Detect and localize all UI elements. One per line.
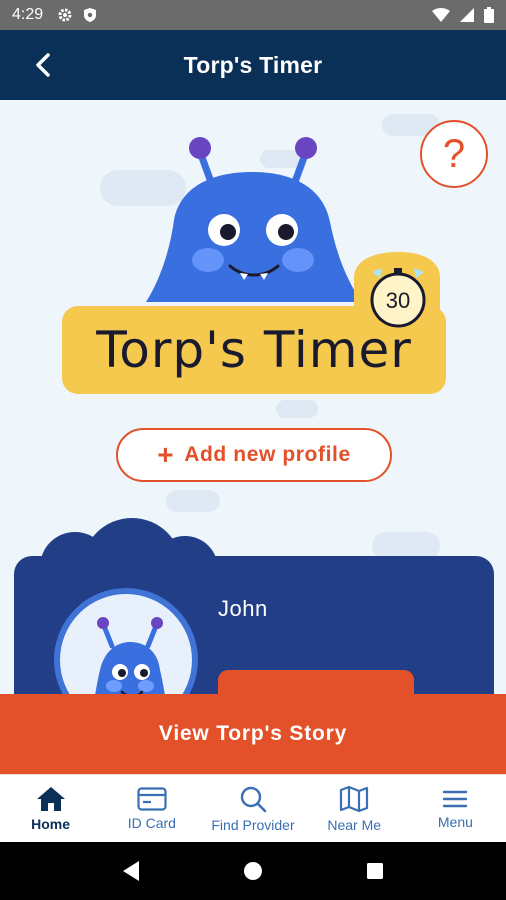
menu-icon: [443, 790, 468, 807]
system-nav-bar: [0, 842, 506, 900]
back-button[interactable]: [26, 48, 60, 82]
system-recents-button[interactable]: [355, 851, 395, 891]
plus-icon: +: [157, 439, 175, 470]
nav-home[interactable]: Home: [0, 775, 101, 842]
app-bar: Torp's Timer: [0, 30, 506, 100]
page-title: Torp's Timer: [183, 51, 323, 78]
status-bar: 4:29: [0, 0, 506, 30]
wifi-icon: [432, 8, 450, 22]
nav-find-provider[interactable]: Find Provider: [202, 775, 303, 842]
settings-icon: [58, 8, 72, 22]
system-back-button[interactable]: [111, 851, 151, 891]
main-content: ? Torp's Timer 30 + Add new profile John: [0, 100, 506, 774]
square-recents-icon: [367, 863, 383, 879]
timer-value: 30: [385, 288, 411, 313]
signal-icon: [460, 8, 474, 22]
cloud-decoration: [276, 400, 318, 418]
search-icon: [240, 786, 267, 812]
id-card-icon: [137, 786, 167, 811]
nav-id-card-label: ID Card: [127, 814, 176, 831]
view-story-label: View Torp's Story: [158, 722, 348, 745]
triangle-back-icon: [123, 861, 139, 881]
chevron-left-icon: [36, 53, 50, 77]
nav-find-provider-label: Find Provider: [211, 816, 295, 833]
nav-menu[interactable]: Menu: [405, 775, 506, 842]
view-story-button[interactable]: View Torp's Story: [0, 694, 506, 774]
battery-icon: [484, 7, 494, 23]
shield-icon: [84, 8, 97, 22]
nav-home-label: Home: [31, 815, 71, 832]
nav-menu-label: Menu: [437, 813, 473, 830]
nav-near-me-label: Near Me: [327, 816, 382, 833]
add-profile-label: Add new profile: [184, 443, 351, 466]
system-home-button[interactable]: [233, 851, 273, 891]
timer-badge: 30: [350, 248, 444, 332]
bottom-nav: Home ID Card Find Provider Near Me Menu: [0, 774, 506, 842]
home-icon: [36, 786, 65, 811]
profile-name: John: [218, 596, 268, 621]
hero-illustration: Torp's Timer 30: [60, 130, 460, 400]
cloud-decoration: [166, 490, 220, 512]
circle-home-icon: [244, 862, 262, 880]
map-icon: [340, 785, 369, 812]
nav-near-me[interactable]: Near Me: [304, 775, 405, 842]
nav-id-card[interactable]: ID Card: [101, 775, 202, 842]
status-time: 4:29: [12, 6, 44, 23]
add-profile-button[interactable]: + Add new profile: [116, 428, 392, 482]
